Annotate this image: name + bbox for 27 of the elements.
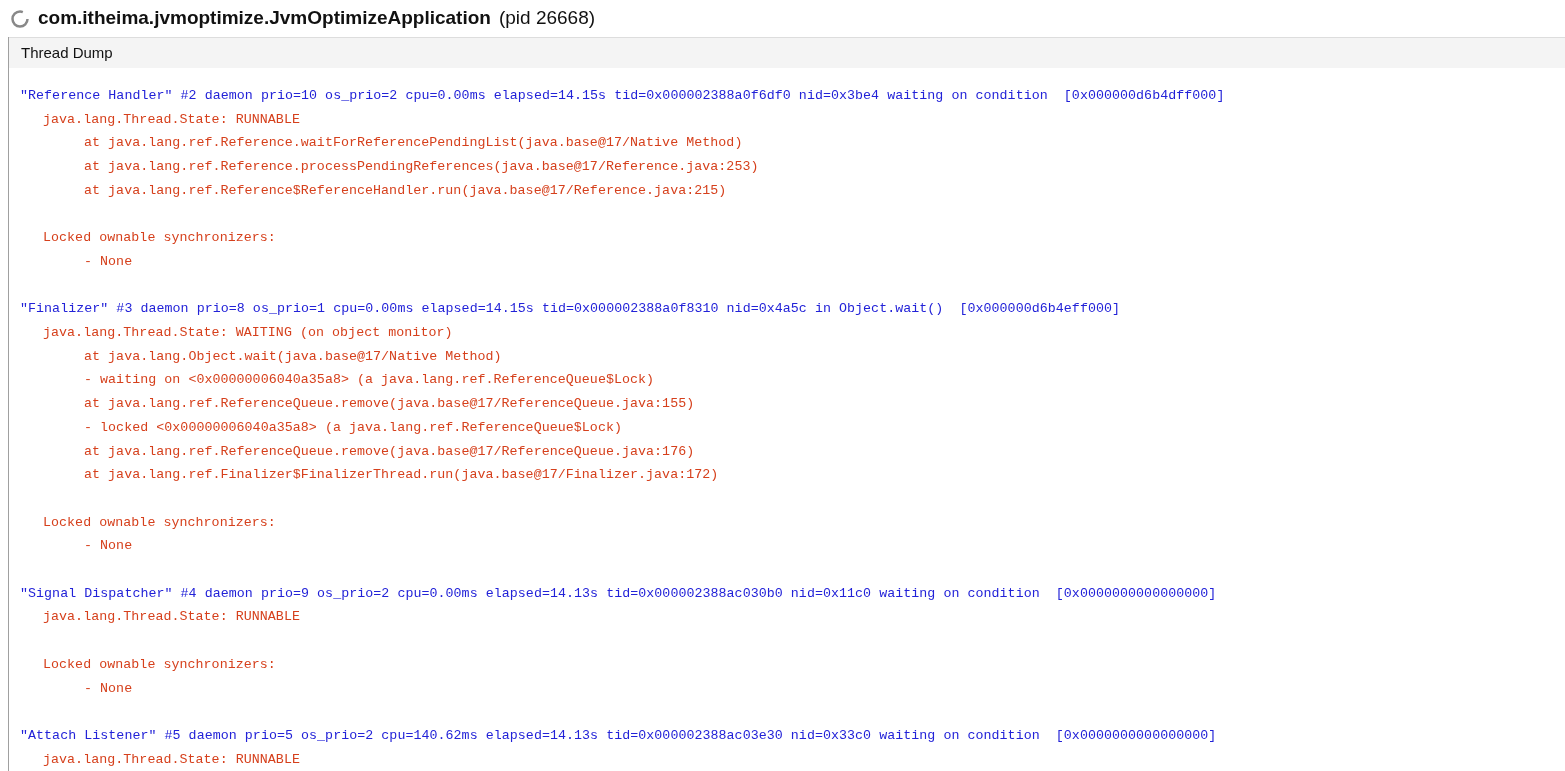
stack-frame-line: at java.lang.ref.Reference.waitForReferencePendingList(java.base@17/Native Method) <box>83 134 743 153</box>
stack-frame-line: at java.lang.Object.wait(java.base@17/Native Method) <box>83 347 502 366</box>
thread-state-line: java.lang.Thread.State: RUNNABLE <box>42 110 300 129</box>
synchronizer-entry: - None <box>83 537 133 556</box>
thread-header-line: "Reference Handler" #2 daemon prio=10 os_prio=2 cpu=0.00ms elapsed=14.15s tid=0x000002388a0f6df0 nid=0x3be4 waiting on condition [0x000000d6b4dff000] <box>19 87 1225 105</box>
stack-frame-line: - locked <0x00000006040a35a8> (a java.lang.ref.ReferenceQueue$Lock) <box>83 418 622 437</box>
thread-state-line: java.lang.Thread.State: RUNNABLE <box>42 750 300 769</box>
synchronizers-label: Locked ownable synchronizers: <box>42 229 276 248</box>
loading-spinner-icon <box>10 8 30 29</box>
window-title: com.itheima.jvmoptimize.JvmOptimizeApplication <box>38 6 491 31</box>
thread-state-line: java.lang.Thread.State: WAITING (on object monitor) <box>42 324 453 342</box>
process-id: (pid 26668) <box>498 6 596 31</box>
synchronizers-label: Locked ownable synchronizers: <box>42 655 276 674</box>
stack-frame-line: at java.lang.ref.ReferenceQueue.remove(java.base@17/ReferenceQueue.java:176) <box>83 442 695 461</box>
stack-frame-line: at java.lang.ref.Reference.processPendingReferences(java.base@17/Reference.java:253) <box>83 158 759 177</box>
thread-state-line: java.lang.Thread.State: RUNNABLE <box>42 608 300 627</box>
thread-header-line: "Signal Dispatcher" #4 daemon prio=9 os_prio=2 cpu=0.00ms elapsed=14.13s tid=0x000002388ac030b0 nid=0x11c0 waiting on condition [0x0000000000000000] <box>19 584 1217 603</box>
thread-header-line: "Attach Listener" #5 daemon prio=5 os_prio=2 cpu=140.62ms elapsed=14.13s tid=0x000002388ac03e30 nid=0x33c0 waiting on condition [0x0000000000000000] <box>19 726 1217 745</box>
synchronizer-entry: - None <box>83 679 133 698</box>
stack-frame-line: at java.lang.ref.Reference$ReferenceHandler.run(java.base@17/Reference.java:215) <box>83 181 727 200</box>
stack-frame-line: at java.lang.ref.Finalizer$FinalizerThread.run(java.base@17/Finalizer.java:172) <box>83 466 719 485</box>
thread-header-line: "Finalizer" #3 daemon prio=8 os_prio=1 cpu=0.00ms elapsed=14.15s tid=0x000002388a0f8310 nid=0x4a5c in Object.wait() [0x000000d6b4eff000] <box>19 300 1121 319</box>
synchronizer-entry: - None <box>83 252 133 271</box>
stack-frame-line: at java.lang.ref.ReferenceQueue.remove(java.base@17/ReferenceQueue.java:155) <box>83 395 695 414</box>
stack-frame-line: - waiting on <0x00000006040a35a8> (a java.lang.ref.ReferenceQueue$Lock) <box>83 371 655 390</box>
thread-dump-tab[interactable]: Thread Dump <box>9 38 125 68</box>
synchronizers-label: Locked ownable synchronizers: <box>42 513 276 532</box>
